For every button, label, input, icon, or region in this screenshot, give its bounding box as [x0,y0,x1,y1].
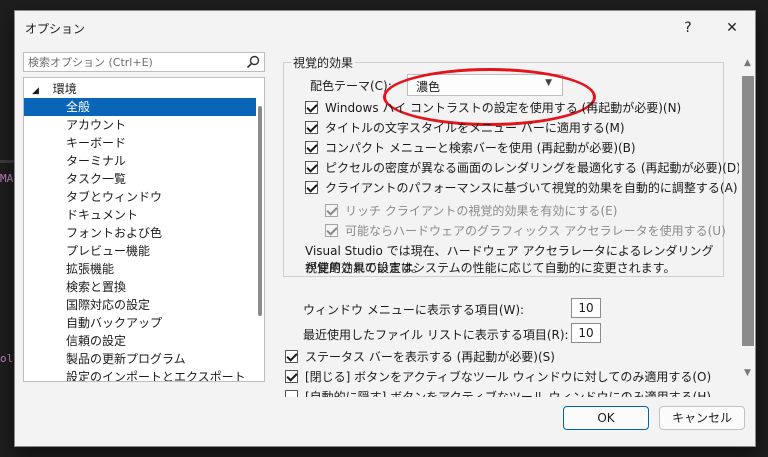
rendering-info-text-2: 視覚的効果の設定はシステムの性能に応じて自動的に変更されます。 [305,261,676,275]
options-search-input[interactable] [28,54,238,70]
settings-scrollbar[interactable]: ▲ ▼ [739,58,754,398]
checkbox-label: [自動的に隠す] ボタンをアクティブなツール ウィンドウにのみ適用する(H) [305,390,712,397]
tree-item-tabs-windows[interactable]: タブとウィンドウ [24,188,256,206]
checkbox-label: 可能ならハードウェアのグラフィックス アクセラレータを使用する(U) [345,224,726,238]
checkbox-box [325,224,338,237]
group-title: 視覚的効果 [291,54,356,71]
tree-item-label: フォントおよび色 [66,226,163,240]
tree-node-label: 環境 [52,82,77,96]
checkbox-label: ステータス バーを表示する (再起動が必要)(S) [305,350,555,364]
scroll-up-icon[interactable]: ▲ [744,58,751,68]
tree-item-label: 信頼の設定 [66,334,127,348]
checkbox-box[interactable] [305,121,318,134]
tree-item-label: プレビュー機能 [66,244,151,258]
options-search-box[interactable] [23,52,265,72]
background-editor-text: MA [0,172,14,185]
tree-item-label: アカウント [66,118,127,132]
background-editor-text: ol [0,352,14,365]
tree-item-keyboard[interactable]: キーボード [24,134,256,152]
scrollbar-thumb[interactable] [742,76,754,346]
tree-item-import-export[interactable]: 設定のインポートとエクスポート [24,368,256,382]
dialog-titlebar: オプション ? ✕ [15,11,755,45]
tree-item-autorecover[interactable]: 自動バックアップ [24,314,256,332]
close-button[interactable]: ✕ [715,15,749,41]
tree-item-label: 拡張機能 [66,262,115,276]
checkbox-box[interactable] [305,181,318,194]
background-editor-strip [0,160,14,163]
recent-files-items-label: 最近使用したファイル リストに表示する項目(R): [303,328,569,342]
tree-item-fonts-colors[interactable]: フォントおよび色 [24,224,256,242]
tree-item-label: 全般 [66,100,91,114]
tree-item-label: 製品の更新プログラム [66,352,186,366]
tree-item-label: 設定のインポートとエクスポート [66,370,246,382]
checkbox-label: コンパクト メニューと検索バーを使用 (再起動が必要)(B) [325,141,636,155]
checkbox-box[interactable] [305,101,318,114]
dialog-title: オプション [25,22,86,36]
expand-triangle-icon[interactable]: ◢ [32,86,39,96]
recent-files-items-input[interactable]: 10 [571,323,601,343]
tree-item-label: ターミナル [66,154,127,168]
color-theme-value: 濃色 [416,80,441,94]
checkbox-box [325,204,338,217]
options-tree: ◢ 環境 全般 アカウント キーボード ターミナル タスク一覧 タブとウィンドウ… [23,77,265,382]
window-menu-items-input[interactable]: 10 [571,298,601,318]
color-theme-dropdown[interactable]: 濃色 ▼ [407,74,563,96]
search-icon[interactable] [246,55,260,72]
settings-panel: 視覚的効果 配色テーマ(C): 濃色 ▼ Windows ハイ コントラストの設… [279,47,739,397]
cancel-button[interactable]: キャンセル [659,406,745,430]
tree-item-label: 国際対応の設定 [66,298,151,312]
checkbox-label: タイトルの文字スタイルをメニュー バーに適用する(M) [325,121,625,135]
checkbox-box[interactable] [285,350,298,363]
tree-item-international[interactable]: 国際対応の設定 [24,296,256,314]
checkbox-box[interactable] [285,370,298,383]
checkbox-label: クライアントのパフォーマンスに基づいて視覚的効果を自動的に調整する(A) [325,181,738,195]
tree-scrollbar[interactable] [258,106,262,316]
tree-item-label: タブとウィンドウ [66,190,163,204]
tree-item-general[interactable]: 全般 [24,98,256,116]
checkbox-label: リッチ クライアントの視覚的効果を有効にする(E) [345,204,618,218]
tree-item-terminal[interactable]: ターミナル [24,152,256,170]
color-theme-label: 配色テーマ(C): [310,79,392,93]
checkbox-box[interactable] [305,161,318,174]
tree-item-trust-settings[interactable]: 信頼の設定 [24,332,256,350]
tree-item-documents[interactable]: ドキュメント [24,206,256,224]
tree-item-task-list[interactable]: タスク一覧 [24,170,256,188]
tree-item-accounts[interactable]: アカウント [24,116,256,134]
checkbox-label: ピクセルの密度が異なる画面のレンダリングを最適化する (再起動が必要)(D) [325,161,739,175]
window-menu-items-label: ウィンドウ メニューに表示する項目(W): [303,303,525,317]
tree-item-extensions[interactable]: 拡張機能 [24,260,256,278]
tree-item-label: キーボード [66,136,127,150]
tree-node-environment[interactable]: ◢ 環境 [24,80,256,98]
checkbox-label: [閉じる] ボタンをアクティブなツール ウィンドウに対してのみ適用する(O) [305,370,712,384]
scroll-down-icon[interactable]: ▼ [744,368,751,378]
tree-item-label: タスク一覧 [66,172,127,186]
chevron-down-icon: ▼ [545,78,552,88]
checkbox-box[interactable] [285,390,298,397]
checkbox-box[interactable] [305,141,318,154]
tree-item-preview-features[interactable]: プレビュー機能 [24,242,256,260]
tree-item-label: ドキュメント [66,208,139,222]
options-dialog: オプション ? ✕ ◢ 環境 全般 アカウント キーボード ターミナル タスク一… [14,10,756,447]
tree-item-label: 検索と置換 [66,280,127,294]
ok-button[interactable]: OK [563,406,649,430]
help-button[interactable]: ? [671,15,705,41]
tree-item-find-replace[interactable]: 検索と置換 [24,278,256,296]
tree-item-product-updates[interactable]: 製品の更新プログラム [24,350,256,368]
tree-item-label: 自動バックアップ [66,316,163,330]
checkbox-label: Windows ハイ コントラストの設定を使用する (再起動が必要)(N) [325,101,682,115]
